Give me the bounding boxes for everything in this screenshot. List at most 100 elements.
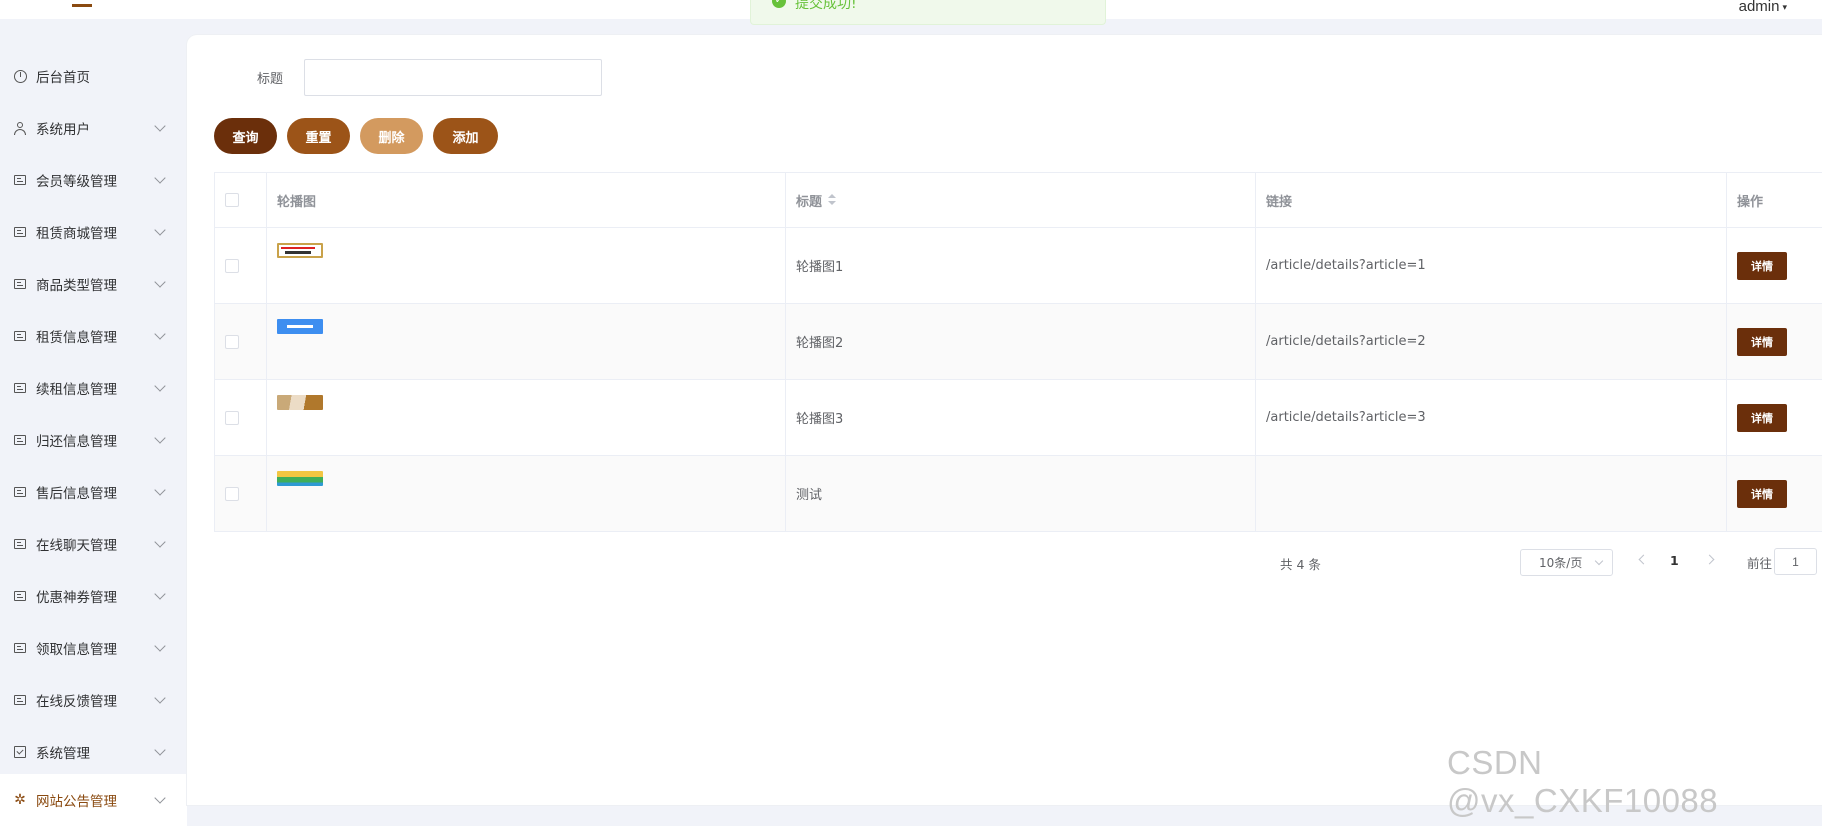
- document-icon: [13, 693, 27, 707]
- sidebar-item-label: 在线反馈管理: [36, 694, 117, 710]
- row-checkbox[interactable]: [225, 486, 239, 501]
- delete-button[interactable]: 删除: [360, 118, 423, 154]
- row-checkbox[interactable]: [225, 258, 239, 273]
- document-icon: [13, 173, 27, 187]
- row-title: 轮播图2: [786, 304, 1256, 379]
- sidebar-item-label: 续租信息管理: [36, 382, 117, 398]
- sidebar-item-label: 会员等级管理: [36, 174, 117, 190]
- page-number-current[interactable]: 1: [1670, 553, 1679, 568]
- row-checkbox-cell: [215, 304, 267, 379]
- document-icon: [13, 589, 27, 603]
- main-panel: 标题 查询 重置 删除 添加 轮播图 标题 链接 操作 轮播图1 /articl…: [187, 35, 1822, 805]
- chevron-down-icon: ▾: [1782, 1, 1787, 12]
- header-link: 链接: [1256, 173, 1727, 227]
- sidebar-item-online-chat[interactable]: 在线聊天管理: [0, 518, 187, 570]
- goto-page-input[interactable]: [1774, 548, 1817, 575]
- sidebar-item-dashboard[interactable]: 后台首页: [0, 50, 187, 102]
- sort-icon[interactable]: [828, 194, 837, 206]
- chevron-down-icon: [154, 119, 166, 132]
- success-check-icon: ✓: [772, 0, 786, 8]
- detail-button[interactable]: 详情: [1737, 479, 1787, 508]
- chevron-down-icon: [154, 587, 166, 600]
- pagination-total: 共 4 条: [1280, 557, 1321, 572]
- row-action-cell: 详情: [1727, 380, 1822, 455]
- select-all-checkbox[interactable]: [225, 193, 239, 207]
- sidebar: 后台首页 系统用户 会员等级管理 租赁商城管理 商品类型管理 租赁信息管理 续租…: [0, 50, 187, 826]
- row-image-cell: [267, 380, 786, 455]
- sidebar-item-feedback[interactable]: 在线反馈管理: [0, 674, 187, 726]
- sidebar-item-label: 优惠神券管理: [36, 590, 117, 606]
- page-size-value: 10条/页: [1539, 556, 1583, 570]
- document-icon: [13, 381, 27, 395]
- sidebar-item-after-sales[interactable]: 售后信息管理: [0, 466, 187, 518]
- sidebar-item-rental-mall[interactable]: 租赁商城管理: [0, 206, 187, 258]
- sidebar-item-claim-info[interactable]: 领取信息管理: [0, 622, 187, 674]
- header-title[interactable]: 标题: [786, 173, 1256, 227]
- row-checkbox[interactable]: [225, 410, 239, 425]
- sidebar-item-renewal-info[interactable]: 续租信息管理: [0, 362, 187, 414]
- sidebar-item-system-management[interactable]: 系统管理: [0, 726, 187, 778]
- sidebar-item-coupons[interactable]: 优惠神券管理: [0, 570, 187, 622]
- user-menu[interactable]: admin ▾: [1739, 0, 1787, 15]
- loading-icon: ✲: [14, 792, 26, 808]
- detail-button[interactable]: 详情: [1737, 327, 1787, 356]
- document-icon: [13, 329, 27, 343]
- detail-button[interactable]: 详情: [1737, 403, 1787, 432]
- add-button[interactable]: 添加: [433, 118, 498, 154]
- sidebar-item-label: 归还信息管理: [36, 434, 117, 450]
- row-checkbox[interactable]: [225, 334, 239, 349]
- document-icon: [13, 641, 27, 655]
- chevron-down-icon: [154, 535, 166, 548]
- table-row: 轮播图1 /article/details?article=1 详情: [215, 228, 1822, 304]
- table-row: 轮播图3 /article/details?article=3 详情: [215, 380, 1822, 456]
- row-image-cell: [267, 304, 786, 379]
- carousel-thumbnail[interactable]: [277, 319, 323, 334]
- row-checkbox-cell: [215, 380, 267, 455]
- goto-label: 前往: [1747, 556, 1773, 571]
- query-button[interactable]: 查询: [214, 118, 277, 154]
- document-icon: [13, 433, 27, 447]
- detail-button[interactable]: 详情: [1737, 251, 1787, 280]
- table-header: 轮播图 标题 链接 操作: [215, 173, 1822, 228]
- document-icon: [13, 277, 27, 291]
- row-action-cell: 详情: [1727, 304, 1822, 379]
- header-image: 轮播图: [267, 173, 786, 227]
- chevron-down-icon: [154, 743, 166, 756]
- chevron-down-icon: [154, 691, 166, 704]
- search-title-input[interactable]: [304, 59, 602, 96]
- chevron-down-icon: [154, 379, 166, 392]
- search-title-label: 标题: [257, 72, 284, 87]
- row-action-cell: 详情: [1727, 228, 1822, 303]
- row-link: /article/details?article=3: [1256, 380, 1727, 455]
- carousel-table: 轮播图 标题 链接 操作 轮播图1 /article/details?artic…: [214, 172, 1822, 532]
- sidebar-item-label: 售后信息管理: [36, 486, 117, 502]
- carousel-thumbnail[interactable]: [277, 471, 323, 486]
- sidebar-item-product-type[interactable]: 商品类型管理: [0, 258, 187, 310]
- header-checkbox-cell: [215, 173, 267, 227]
- sidebar-item-system-users[interactable]: 系统用户: [0, 102, 187, 154]
- sidebar-item-label: 网站公告管理: [36, 794, 117, 810]
- watermark: CSDN @vx_CXKF10088: [1447, 744, 1719, 819]
- sidebar-item-rental-info[interactable]: 租赁信息管理: [0, 310, 187, 362]
- row-link: /article/details?article=1: [1256, 228, 1727, 303]
- document-icon: [13, 485, 27, 499]
- logo: [72, 0, 92, 7]
- row-checkbox-cell: [215, 228, 267, 303]
- chevron-down-icon: [154, 791, 166, 804]
- sidebar-item-return-info[interactable]: 归还信息管理: [0, 414, 187, 466]
- sidebar-item-label: 租赁信息管理: [36, 330, 117, 346]
- reset-button[interactable]: 重置: [287, 118, 350, 154]
- carousel-thumbnail[interactable]: [277, 243, 323, 258]
- sidebar-item-label: 商品类型管理: [36, 278, 117, 294]
- row-title: 轮播图3: [786, 380, 1256, 455]
- page-size-select[interactable]: 10条/页: [1520, 549, 1613, 576]
- sidebar-item-label: 系统用户: [36, 122, 90, 138]
- sidebar-item-label: 系统管理: [36, 746, 90, 762]
- sidebar-item-label: 在线聊天管理: [36, 538, 117, 554]
- carousel-thumbnail[interactable]: [277, 395, 323, 410]
- sidebar-item-member-level[interactable]: 会员等级管理: [0, 154, 187, 206]
- sidebar-item-announcements[interactable]: ✲ 网站公告管理: [0, 774, 187, 826]
- row-title: 测试: [786, 456, 1256, 531]
- sidebar-item-label: 后台首页: [36, 70, 90, 86]
- header-action: 操作: [1727, 173, 1822, 227]
